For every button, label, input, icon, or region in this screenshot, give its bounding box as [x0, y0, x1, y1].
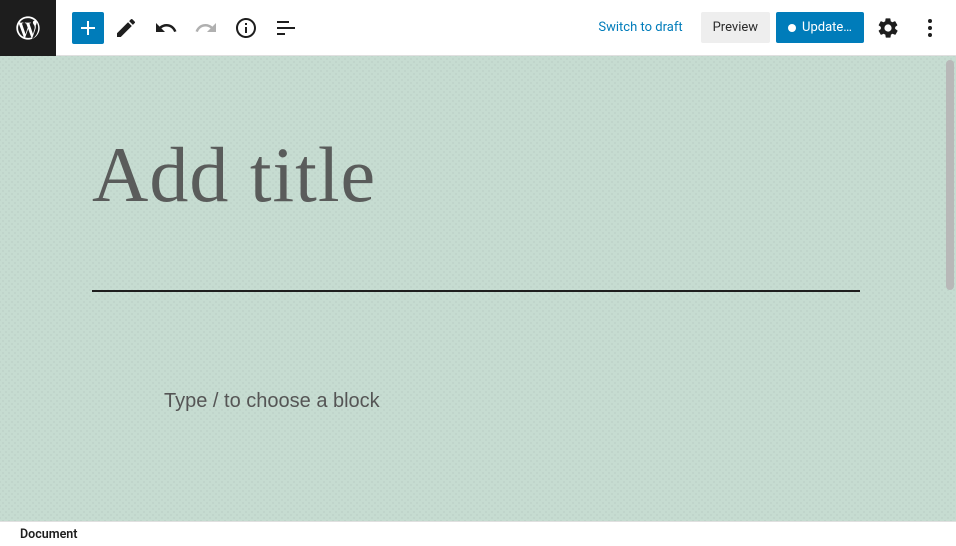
unsaved-indicator-icon: [788, 24, 796, 32]
details-button[interactable]: [228, 10, 264, 46]
undo-icon: [154, 16, 178, 40]
toolbar-left-group: [72, 10, 304, 46]
wordpress-logo[interactable]: [0, 0, 56, 56]
post-title-input[interactable]: [92, 128, 860, 222]
add-block-button[interactable]: [72, 12, 104, 44]
switch-to-draft-button[interactable]: Switch to draft: [586, 12, 694, 43]
vertical-scrollbar[interactable]: [946, 60, 954, 290]
redo-icon: [194, 16, 218, 40]
preview-button[interactable]: Preview: [701, 12, 770, 43]
editor-canvas[interactable]: [0, 56, 956, 521]
gear-icon: [876, 16, 900, 40]
toolbar-right-group: Switch to draft Preview Update…: [586, 10, 948, 46]
editor-content: [0, 56, 956, 493]
paragraph-block-input[interactable]: [164, 390, 702, 413]
info-icon: [234, 16, 258, 40]
list-view-icon: [274, 16, 298, 40]
separator-block[interactable]: [92, 290, 860, 292]
top-toolbar: Switch to draft Preview Update…: [0, 0, 956, 56]
kebab-menu-icon: [918, 16, 942, 40]
redo-button[interactable]: [188, 10, 224, 46]
undo-button[interactable]: [148, 10, 184, 46]
edit-mode-button[interactable]: [108, 10, 144, 46]
update-button-label: Update…: [802, 20, 852, 35]
plus-icon: [76, 16, 100, 40]
breadcrumb-document[interactable]: Document: [20, 527, 77, 542]
pencil-icon: [114, 16, 138, 40]
outline-button[interactable]: [268, 10, 304, 46]
wordpress-icon: [14, 14, 42, 42]
more-options-button[interactable]: [912, 10, 948, 46]
footer-breadcrumb-bar: Document: [0, 521, 956, 546]
settings-button[interactable]: [870, 10, 906, 46]
update-button[interactable]: Update…: [776, 12, 864, 43]
